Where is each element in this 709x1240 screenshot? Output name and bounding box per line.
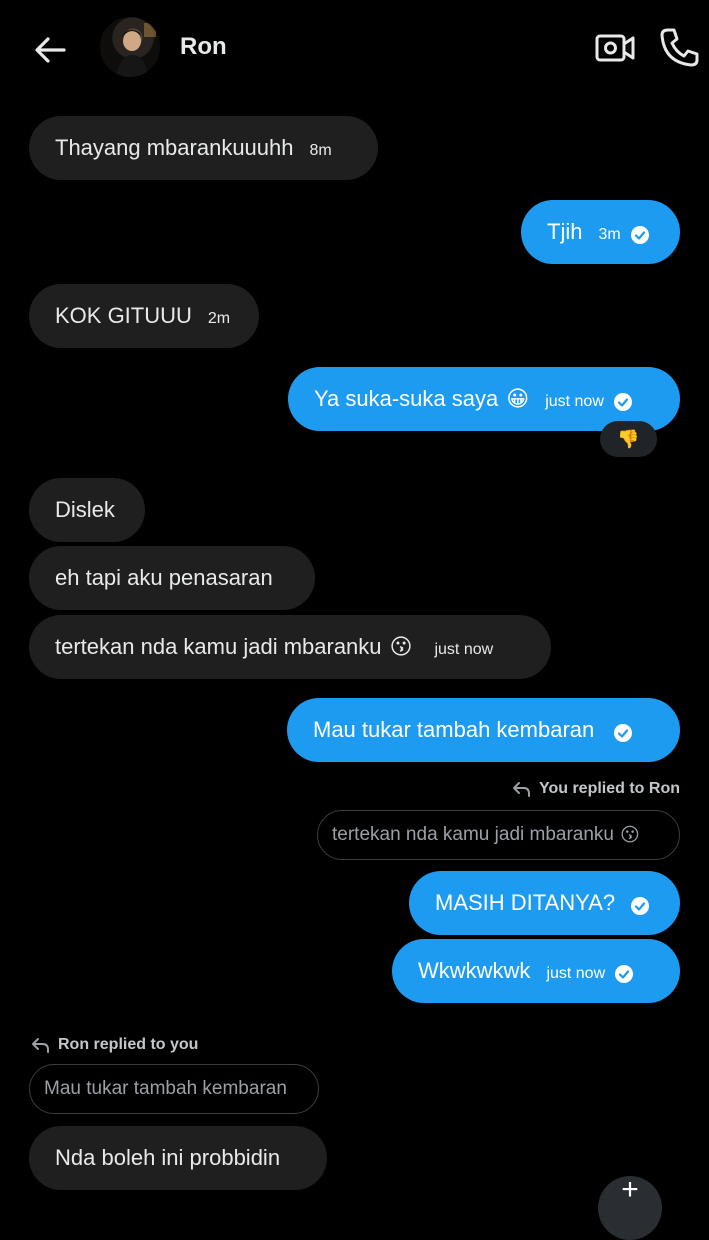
message-time: just now [546,965,606,982]
message-bubble-incoming[interactable]: tertekan nda kamu jadi mbaranku 😗 just n… [29,615,551,679]
quoted-message[interactable]: tertekan nda kamu jadi mbaranku 😗 [317,810,680,860]
message-text: Wkwkwkwk [418,958,531,983]
quoted-message[interactable]: Mau tukar tambah kembaran [29,1064,319,1114]
arrow-left-icon [35,37,66,63]
read-check-icon [615,965,634,983]
message-text: Tjih [547,219,583,244]
message-bubble-outgoing[interactable]: Tjih 3m [521,200,680,264]
quoted-text: Mau tukar tambah kembaran [44,1078,287,1099]
message-bubble-outgoing[interactable]: Wkwkwkwk just now [392,939,680,1003]
phone-icon [660,28,699,67]
message-bubble-outgoing[interactable]: Mau tukar tambah kembaran [287,698,680,762]
reply-note-text: Ron replied to you [58,1036,199,1053]
read-check-icon [613,393,632,411]
plus-icon: + [621,1173,639,1206]
message-bubble-outgoing[interactable]: MASIH DITANYA? [409,871,680,935]
video-call-icon [595,34,635,62]
contact-name[interactable]: Ron [180,33,227,61]
message-text: MASIH DITANYA? [435,890,616,915]
message-bubble-incoming[interactable]: Dislek [29,478,145,542]
message-time: 3m [598,226,621,243]
message-text: KOK GITUUU [55,303,192,328]
chat-header: Ron [0,0,709,96]
message-text: Mau tukar tambah kembaran [313,717,595,742]
message-time: just now [545,393,604,410]
reply-note: Ron replied to you [30,1036,198,1054]
back-button[interactable] [30,30,70,70]
message-text: Nda boleh ini probbidin [55,1145,281,1170]
read-check-icon [614,724,633,742]
message-text: Dislek [55,497,115,522]
video-call-button[interactable] [594,28,636,68]
message-text: Ya suka-suka saya [314,386,499,411]
thumbs-down-icon: 👎 [617,428,640,449]
message-time: 2m [207,310,231,327]
kissing-face-emoji: 😗 [389,634,413,659]
message-bubble-incoming[interactable]: KOK GITUUU 2m [29,284,259,348]
message-bubble-incoming[interactable]: Thayang mbarankuuuhh 8m [29,116,378,180]
reply-note-text: You replied to Ron [538,780,680,797]
avatar-photo [116,23,156,77]
message-bubble-incoming[interactable]: eh tapi aku penasaran [29,546,315,610]
message-text: eh tapi aku penasaran [55,565,273,590]
message-text: tertekan nda kamu jadi mbaranku [55,634,382,659]
quoted-text: tertekan nda kamu jadi mbaranku [332,824,614,845]
reaction-badge[interactable]: 👎 [600,421,657,457]
read-check-icon [630,226,649,244]
grinning-face-emoji: 😀 [506,386,530,411]
reply-note: You replied to Ron [511,780,680,798]
message-time: just now [434,641,494,658]
contact-avatar[interactable] [100,17,160,77]
new-message-button[interactable]: + [598,1173,662,1240]
message-time: 8m [309,142,332,159]
read-check-icon [631,897,650,915]
reply-arrow-icon [32,1038,49,1053]
reply-arrow-icon [512,782,530,797]
message-bubble-incoming[interactable]: Nda boleh ini probbidin [29,1126,327,1190]
call-button[interactable] [658,26,700,68]
kissing-face-emoji: 😗 [620,824,640,846]
message-text: Thayang mbarankuuuhh [55,135,294,160]
